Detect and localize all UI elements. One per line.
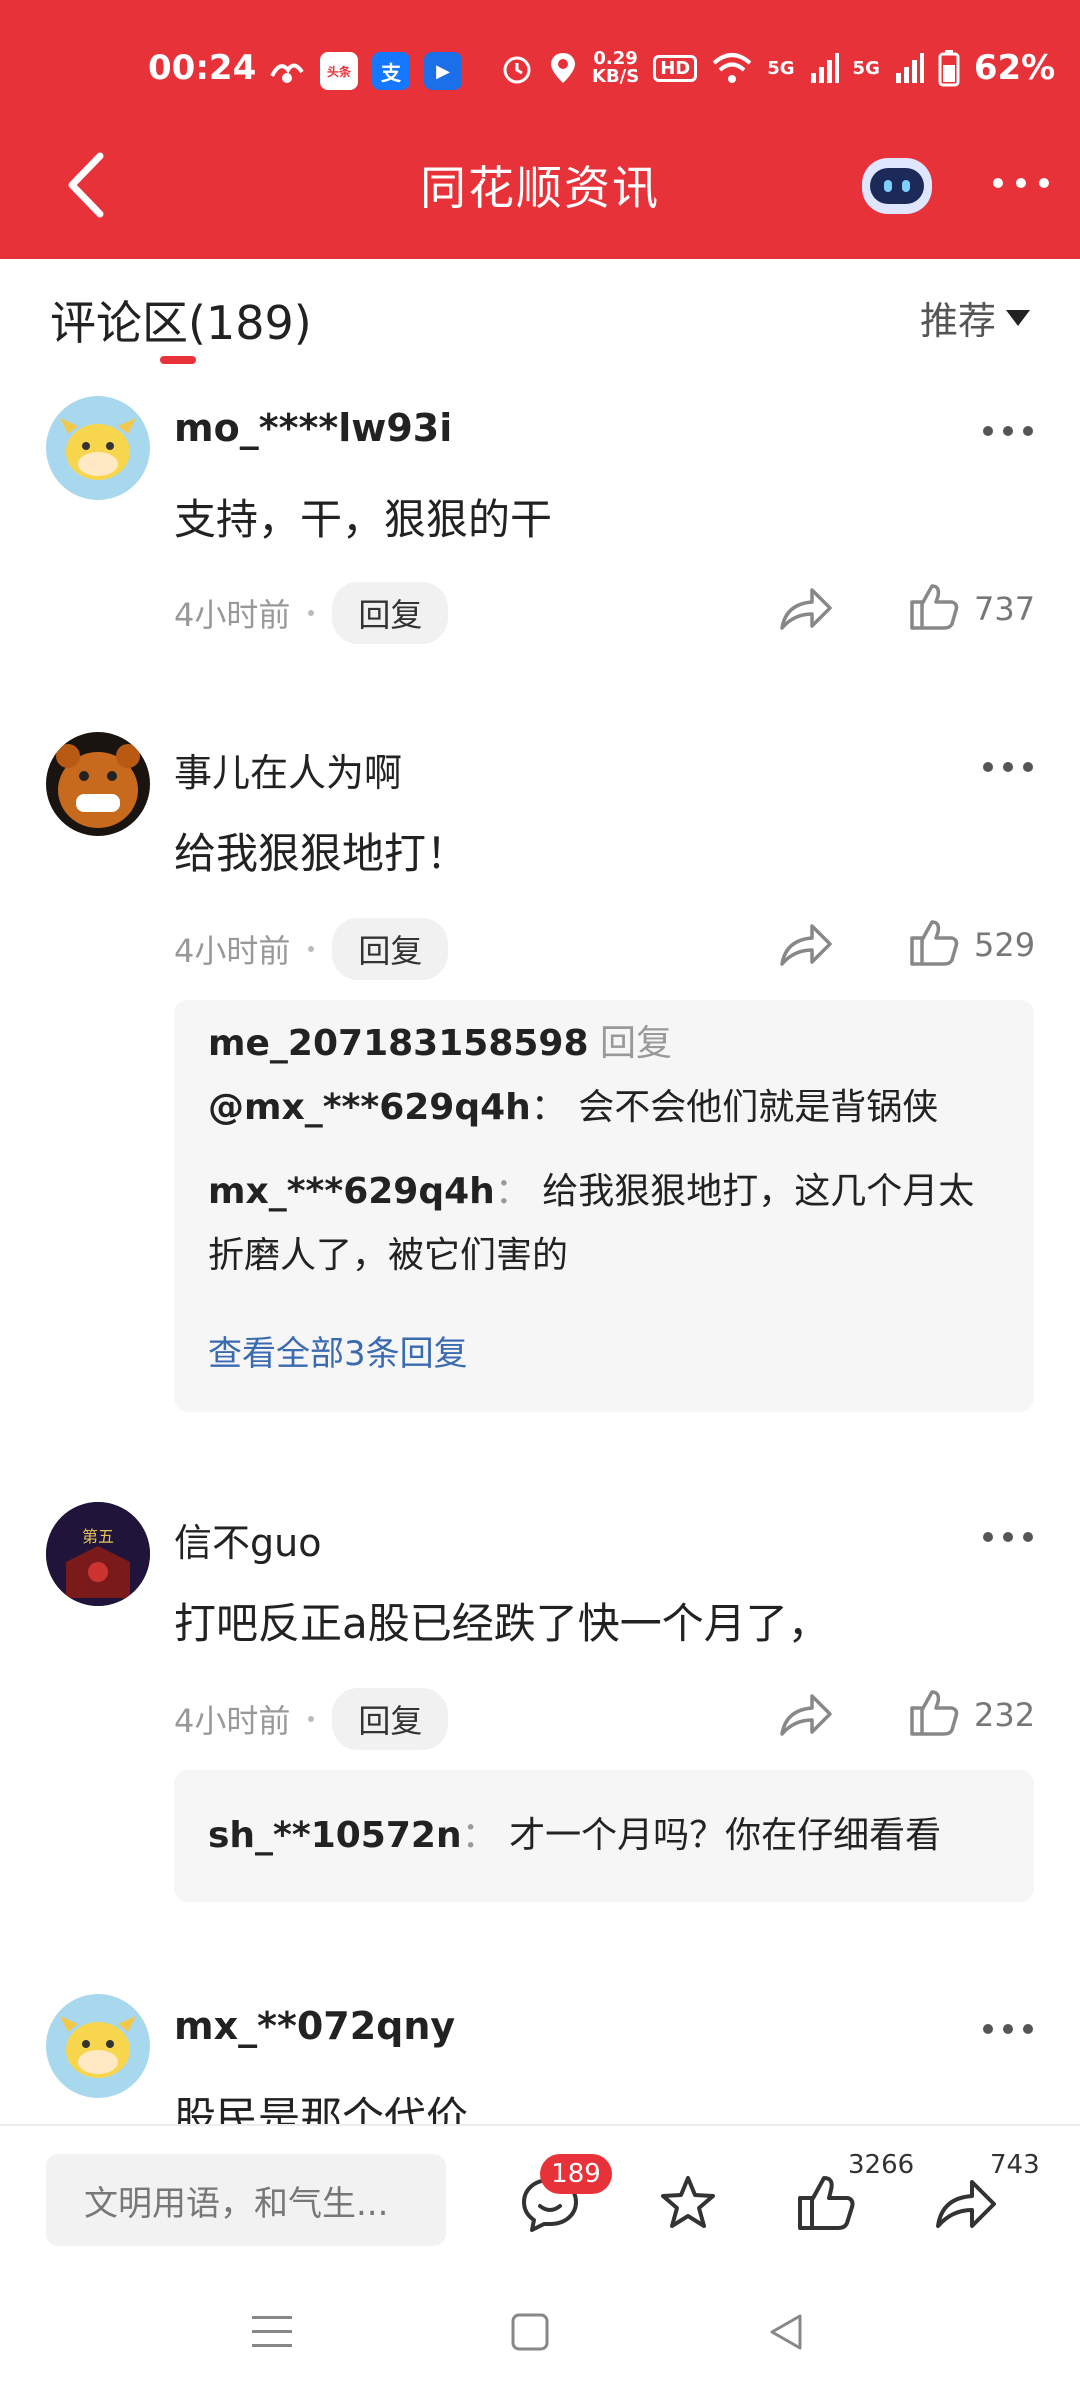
reply-button[interactable]: 回复 bbox=[332, 918, 449, 980]
like-icon[interactable] bbox=[908, 1688, 960, 1738]
signal-1-label: 5G bbox=[767, 57, 795, 79]
comment-item: 第五 信不guo 打吧反正a股已经跌了快一个月了， 4小时前 回复 232 sh… bbox=[0, 1502, 1080, 1902]
like-count: 737 bbox=[974, 590, 1036, 628]
reply-button[interactable]: 回复 bbox=[332, 582, 449, 644]
like-count: 529 bbox=[974, 926, 1036, 964]
back-nav-icon[interactable] bbox=[766, 2312, 806, 2352]
more-icon[interactable] bbox=[982, 760, 1034, 774]
more-icon[interactable] bbox=[982, 1530, 1034, 1544]
separator-dot bbox=[308, 610, 315, 616]
comment-text: 支持，干，狠狠的干 bbox=[174, 495, 553, 544]
reply-item[interactable]: sh_**10572n： 才一个月吗？你在仔细看看 bbox=[208, 1804, 1008, 1868]
comments-title: 评论区(189) bbox=[50, 296, 312, 350]
comment-text: 给我狠狠地打！ bbox=[174, 829, 469, 878]
more-icon[interactable] bbox=[982, 424, 1034, 438]
status-time: 00:24 bbox=[148, 48, 257, 88]
toutiao-icon: 头条 bbox=[320, 52, 358, 90]
share-icon[interactable] bbox=[778, 1690, 834, 1740]
reply-button[interactable]: 回复 bbox=[332, 1688, 449, 1750]
reply-box: sh_**10572n： 才一个月吗？你在仔细看看 bbox=[174, 1770, 1034, 1902]
separator-dot bbox=[308, 946, 315, 952]
reply-item[interactable]: me_207183158598 回复 @mx_***629q4h： 会不会他们就… bbox=[208, 1012, 1008, 1140]
robot-icon[interactable] bbox=[858, 152, 936, 218]
sort-dropdown[interactable]: 推荐 bbox=[920, 290, 1031, 345]
comment-item: 事儿在人为啊 给我狠狠地打！ 4小时前 回复 529 me_2071831585… bbox=[0, 732, 1080, 1412]
comment-meta: 4小时前 回复 bbox=[174, 1688, 449, 1750]
location-icon bbox=[551, 53, 575, 83]
reply-word: 回复 bbox=[599, 1023, 672, 1064]
comment-time: 4小时前 bbox=[174, 932, 291, 970]
reply-sep: ： bbox=[494, 1171, 531, 1212]
reply-sep: ： bbox=[530, 1087, 567, 1128]
tab-underline bbox=[160, 356, 196, 364]
sort-label: 推荐 bbox=[920, 299, 997, 343]
alipay-icon: 支 bbox=[372, 52, 410, 90]
more-icon[interactable] bbox=[990, 168, 1052, 198]
comment-text: 股民是那个代价 bbox=[174, 2093, 469, 2124]
comment-time: 4小时前 bbox=[174, 596, 291, 634]
like-total-count: 3266 bbox=[848, 2150, 915, 2180]
home-icon[interactable] bbox=[510, 2312, 550, 2352]
comment-input-placeholder: 文明用语，和气生... bbox=[84, 2183, 389, 2224]
more-icon[interactable] bbox=[982, 2022, 1034, 2036]
battery-level: 62% bbox=[973, 48, 1056, 88]
comment-time: 4小时前 bbox=[174, 1702, 291, 1740]
avatar[interactable] bbox=[46, 732, 150, 836]
status-bar: 00:24 头条 支 ▶ 0.29 KB/S HD 5G 5G 62% bbox=[0, 44, 1080, 100]
comment-item: mx_**072qny 股民是那个代价 bbox=[0, 1994, 1080, 2124]
reply-username[interactable]: sh_**10572n bbox=[208, 1815, 462, 1856]
share-icon[interactable] bbox=[778, 920, 834, 970]
comment-meta: 4小时前 回复 bbox=[174, 582, 449, 644]
share-icon[interactable] bbox=[778, 584, 834, 634]
system-nav-bar bbox=[0, 2270, 1080, 2400]
video-app-icon: ▶ bbox=[424, 52, 462, 90]
avatar[interactable] bbox=[46, 1994, 150, 2098]
separator-dot bbox=[308, 1716, 315, 1722]
like-count: 232 bbox=[974, 1696, 1036, 1734]
bottom-action-bar: 文明用语，和气生... 189 3266 743 bbox=[0, 2124, 1080, 2270]
reply-text: 才一个月吗？你在仔细看看 bbox=[509, 1815, 942, 1856]
app-header: 00:24 头条 支 ▶ 0.29 KB/S HD 5G 5G 62% 同花顺资… bbox=[0, 0, 1080, 259]
alarm-icon bbox=[503, 56, 531, 84]
avatar[interactable] bbox=[46, 396, 150, 500]
caret-down-icon bbox=[1006, 309, 1031, 326]
reply-target[interactable]: @mx_***629q4h bbox=[208, 1087, 531, 1128]
svg-text:第五: 第五 bbox=[82, 1527, 114, 1546]
share-icon[interactable] bbox=[934, 2176, 998, 2232]
reply-text: 会不会他们就是背锅侠 bbox=[578, 1087, 939, 1128]
status-app-icons: 头条 支 ▶ bbox=[268, 52, 462, 90]
reply-username[interactable]: mx_***629q4h bbox=[208, 1171, 495, 1212]
menu-icon[interactable] bbox=[252, 2314, 292, 2350]
wifi-icon bbox=[712, 53, 752, 83]
net-speed: 0.29 KB/S bbox=[592, 48, 640, 87]
comment-meta: 4小时前 回复 bbox=[174, 918, 449, 980]
signal-2-icon bbox=[895, 53, 924, 83]
share-total-count: 743 bbox=[990, 2150, 1040, 2180]
reply-item[interactable]: mx_***629q4h： 给我狠狠地打，这几个月太折磨人了，被它们害的 bbox=[208, 1160, 1008, 1288]
comment-item: mo_****lw93i 支持，干，狠狠的干 4小时前 回复 737 bbox=[0, 396, 1080, 644]
comment-count-badge: 189 bbox=[540, 2154, 612, 2194]
username[interactable]: mo_****lw93i bbox=[174, 406, 452, 450]
signal-2-label: 5G bbox=[852, 57, 880, 79]
username[interactable]: 信不guo bbox=[174, 1512, 321, 1567]
reply-sep: ： bbox=[461, 1815, 498, 1856]
battery-icon bbox=[938, 50, 960, 87]
notification-icon bbox=[268, 52, 306, 90]
like-icon[interactable] bbox=[908, 918, 960, 968]
like-icon[interactable] bbox=[908, 582, 960, 632]
comment-text: 打吧反正a股已经跌了快一个月了， bbox=[174, 1599, 830, 1648]
view-all-replies-link[interactable]: 查看全部3条回复 bbox=[208, 1326, 468, 1375]
username[interactable]: mx_**072qny bbox=[174, 2004, 455, 2048]
star-icon[interactable] bbox=[658, 2174, 718, 2232]
reply-username[interactable]: me_207183158598 bbox=[208, 1023, 589, 1064]
avatar[interactable]: 第五 bbox=[46, 1502, 150, 1606]
reply-box: me_207183158598 回复 @mx_***629q4h： 会不会他们就… bbox=[174, 1000, 1034, 1412]
signal-1-icon bbox=[810, 53, 839, 83]
status-right: 0.29 KB/S HD 5G 5G 62% bbox=[500, 48, 1055, 88]
username[interactable]: 事儿在人为啊 bbox=[174, 742, 402, 797]
like-icon[interactable] bbox=[796, 2174, 856, 2232]
hd-icon: HD bbox=[653, 54, 698, 82]
comment-input[interactable]: 文明用语，和气生... bbox=[46, 2154, 446, 2246]
